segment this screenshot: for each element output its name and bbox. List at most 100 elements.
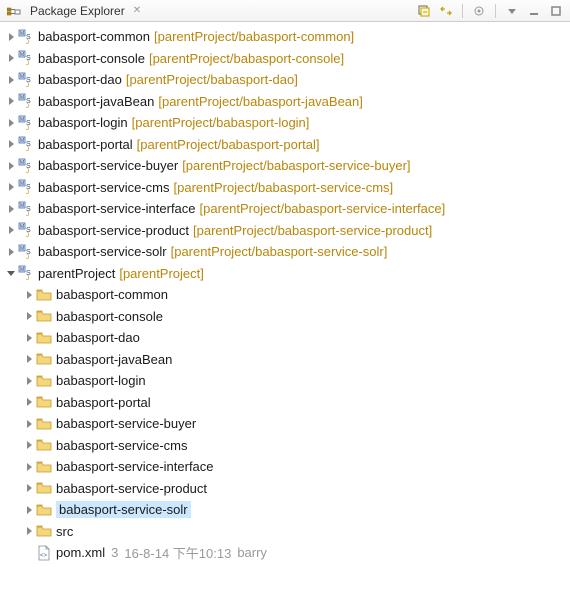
view-close-button[interactable]: ✕ [133,5,141,16]
tree-folder[interactable]: babasport-login [0,370,568,392]
expand-toggle[interactable] [22,481,36,495]
expand-toggle[interactable] [4,51,18,65]
tree-item-decoration: [parentProject] [119,266,204,281]
svg-text:M: M [20,117,24,123]
tree-project-parent[interactable]: M S J parentProject [parentProject] [0,263,568,285]
xml-file-icon: <> [36,545,52,561]
tree-item-label: parentProject [38,266,115,281]
view-header: Package Explorer ✕ [0,0,570,22]
tree-folder[interactable]: babasport-service-buyer [0,413,568,435]
expand-toggle[interactable] [22,460,36,474]
tree-project[interactable]: M S J babasport-javaBean [parentProject/… [0,91,568,113]
collapse-all-button[interactable] [416,3,432,19]
tree-project[interactable]: M S J babasport-login [parentProject/bab… [0,112,568,134]
pom-author: barry [237,545,267,560]
tree-project[interactable]: M S J babasport-service-interface [paren… [0,198,568,220]
tree-folder[interactable]: babasport-dao [0,327,568,349]
minimize-button[interactable] [526,3,542,19]
svg-text:J: J [26,83,29,88]
tree-project[interactable]: M S J babasport-service-cms [parentProje… [0,177,568,199]
maven-project-icon: M S J [18,93,34,109]
tree-project[interactable]: M S J babasport-service-solr [parentProj… [0,241,568,263]
expand-toggle[interactable] [4,180,18,194]
link-editor-button[interactable] [438,3,454,19]
tree-item-label: babasport-common [56,287,168,302]
folder-icon [36,287,52,303]
tree-item-label: babasport-service-cms [56,438,188,453]
tree-item-decoration: [parentProject/babasport-javaBean] [158,94,363,109]
tree-folder[interactable]: babasport-service-solr [0,499,568,521]
tree-item-label: babasport-dao [38,72,122,87]
tree-project[interactable]: M S J babasport-service-product [parentP… [0,220,568,242]
expand-toggle[interactable] [4,73,18,87]
svg-text:M: M [20,203,24,209]
expand-toggle[interactable] [22,309,36,323]
svg-text:J: J [26,233,29,238]
expand-toggle[interactable] [4,137,18,151]
folder-icon [36,502,52,518]
svg-text:M: M [20,52,24,58]
tree-item-label: babasport-console [38,51,145,66]
tree-project[interactable]: M S J babasport-dao [parentProject/babas… [0,69,568,91]
expand-toggle[interactable] [4,245,18,259]
tree-folder[interactable]: babasport-portal [0,392,568,414]
folder-icon [36,459,52,475]
maven-project-icon: M S J [18,201,34,217]
expand-toggle[interactable] [4,30,18,44]
expand-toggle[interactable] [22,438,36,452]
tree-item-decoration: [parentProject/babasport-dao] [126,72,298,87]
expand-toggle[interactable] [22,395,36,409]
maven-project-icon: M S J [18,244,34,260]
tree-item-label: babasport-common [38,29,150,44]
expand-toggle[interactable] [4,116,18,130]
folder-icon [36,480,52,496]
tree-item-decoration: [parentProject/babasport-common] [154,29,354,44]
tree-folder[interactable]: babasport-service-cms [0,435,568,457]
svg-text:J: J [26,212,29,217]
tree-file-pom[interactable]: <> pom.xml 3 16-8-14 下午10:13 barry [0,542,568,564]
tree-folder[interactable]: babasport-service-product [0,478,568,500]
view-tab[interactable]: Package Explorer ✕ [6,3,147,19]
expand-toggle[interactable] [22,288,36,302]
expand-toggle[interactable] [22,331,36,345]
svg-text:M: M [20,267,24,273]
expand-toggle[interactable] [4,223,18,237]
svg-text:J: J [26,190,29,195]
tree-item-label: babasport-login [38,115,128,130]
maven-project-icon: M S J [18,222,34,238]
tree-project[interactable]: M S J babasport-console [parentProject/b… [0,48,568,70]
expand-toggle[interactable] [4,266,18,280]
tree-project[interactable]: M S J babasport-common [parentProject/ba… [0,26,568,48]
tree-item-label: babasport-service-buyer [38,158,178,173]
focus-task-button[interactable] [471,3,487,19]
maven-project-icon: M S J [18,136,34,152]
tree-folder[interactable]: babasport-console [0,306,568,328]
maven-project-icon: M S J [18,179,34,195]
project-tree[interactable]: M S J babasport-common [parentProject/ba… [0,22,570,568]
folder-icon [36,373,52,389]
tree-item-label: pom.xml [56,545,105,560]
expand-toggle[interactable] [4,94,18,108]
tree-folder[interactable]: babasport-javaBean [0,349,568,371]
expand-toggle[interactable] [4,159,18,173]
maven-project-icon: M S J [18,50,34,66]
tree-folder[interactable]: src [0,521,568,543]
svg-text:J: J [26,61,29,66]
folder-icon [36,351,52,367]
expand-toggle[interactable] [22,503,36,517]
tree-item-label: babasport-portal [56,395,151,410]
tree-folder[interactable]: babasport-service-interface [0,456,568,478]
tree-project[interactable]: M S J babasport-portal [parentProject/ba… [0,134,568,156]
expand-toggle[interactable] [4,202,18,216]
tree-folder[interactable]: babasport-common [0,284,568,306]
expand-toggle[interactable] [22,374,36,388]
tree-project[interactable]: M S J babasport-service-buyer [parentPro… [0,155,568,177]
expand-toggle[interactable] [22,352,36,366]
view-menu-button[interactable] [504,3,520,19]
maven-project-icon: M S J [18,158,34,174]
tree-item-label: babasport-service-cms [38,180,170,195]
maximize-button[interactable] [548,3,564,19]
expand-toggle[interactable] [22,417,36,431]
tree-item-decoration: [parentProject/babasport-console] [149,51,344,66]
expand-toggle[interactable] [22,524,36,538]
